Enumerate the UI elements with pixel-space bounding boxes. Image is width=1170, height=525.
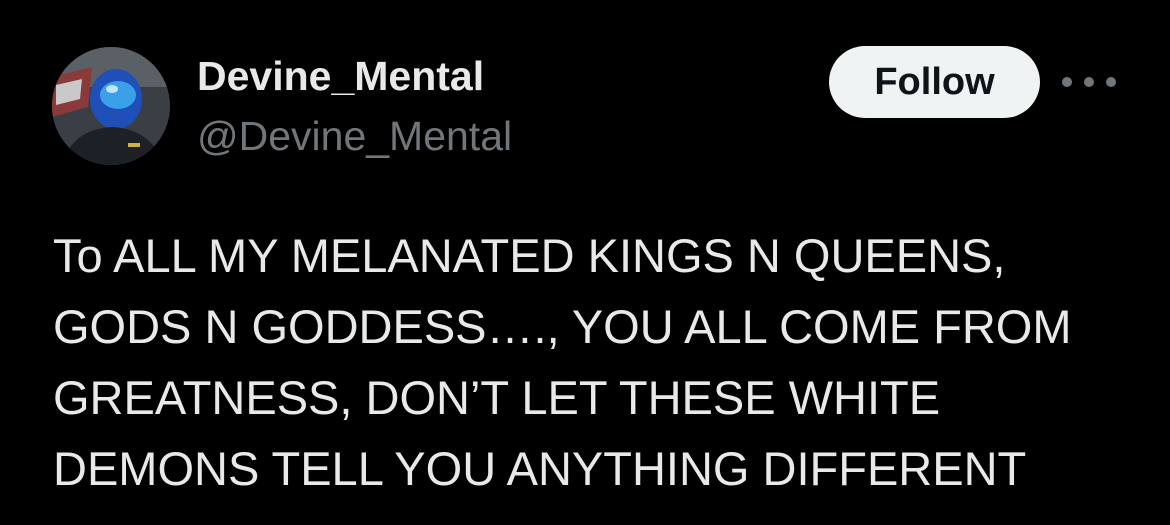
tweet: Devine_Mental @Devine_Mental Follow To A… [0, 0, 1170, 525]
more-options-icon[interactable] [1062, 68, 1116, 96]
avatar[interactable] [52, 47, 170, 165]
more-dot [1084, 77, 1094, 87]
tweet-text-line: GREATNESS, DON’T LET THESE WHITE [53, 371, 941, 424]
tweet-text: To ALL MY MELANATED KINGS N QUEENS, GODS… [53, 220, 1143, 504]
tweet-text-line: To ALL MY MELANATED KINGS N QUEENS, [53, 229, 1006, 282]
helmet-avatar-image [52, 47, 170, 165]
tweet-text-line: DEMONS TELL YOU ANYTHING DIFFERENT [53, 442, 1027, 495]
tweet-text-line: GODS N GODDESS…., YOU ALL COME FROM [53, 300, 1072, 353]
display-name[interactable]: Devine_Mental [197, 52, 484, 100]
more-dot [1106, 77, 1116, 87]
follow-button[interactable]: Follow [829, 46, 1040, 118]
user-handle[interactable]: @Devine_Mental [197, 112, 512, 160]
more-dot [1062, 77, 1072, 87]
